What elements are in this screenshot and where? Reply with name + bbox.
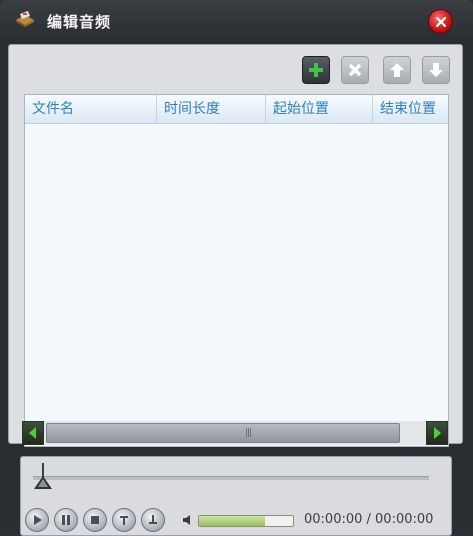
triangle-left-icon: [29, 427, 36, 439]
stop-icon: [91, 516, 99, 524]
x-icon: [348, 63, 362, 77]
audio-edit-icon: [16, 11, 34, 27]
seek-track[interactable]: [33, 476, 429, 480]
play-icon: [34, 515, 42, 525]
move-up-button[interactable]: [383, 56, 411, 84]
column-header-duration[interactable]: 时间长度: [157, 95, 266, 123]
edit-audio-window: 编辑音频 文件名 时间长度 起始位置 结束位置 ||| 00:00:00 / 0…: [0, 0, 473, 536]
column-header-start[interactable]: 起始位置: [266, 95, 373, 123]
arrow-down-icon: [429, 63, 443, 77]
move-down-button[interactable]: [422, 56, 450, 84]
mark-start-icon: [120, 516, 128, 525]
triangle-right-icon: [434, 427, 441, 439]
delete-file-button[interactable]: [341, 56, 369, 84]
scroll-thumb[interactable]: |||: [46, 423, 400, 443]
mark-end-button[interactable]: [141, 508, 165, 532]
scroll-left-button[interactable]: [22, 421, 44, 445]
plus-icon: [309, 63, 323, 77]
player-panel: 00:00:00 / 00:00:00: [20, 456, 452, 536]
mark-start-button[interactable]: [112, 508, 136, 532]
seek-handle[interactable]: [32, 463, 54, 491]
titlebar: 编辑音频: [0, 0, 473, 42]
scroll-right-button[interactable]: [426, 421, 448, 445]
window-title: 编辑音频: [47, 13, 112, 31]
close-button[interactable]: [428, 9, 453, 34]
time-display: 00:00:00 / 00:00:00: [304, 512, 434, 527]
play-button[interactable]: [25, 508, 49, 532]
volume-slider[interactable]: [198, 515, 294, 527]
pause-button[interactable]: [54, 508, 78, 532]
arrow-up-icon: [390, 63, 404, 77]
table-header: 文件名 时间长度 起始位置 结束位置: [25, 95, 448, 124]
mark-end-icon: [149, 515, 157, 524]
close-icon: [435, 16, 447, 28]
add-file-button[interactable]: [302, 56, 330, 84]
grip-icon: |||: [245, 428, 252, 438]
stop-button[interactable]: [83, 508, 107, 532]
volume-fill: [199, 516, 265, 526]
volume-icon[interactable]: [181, 513, 195, 527]
horizontal-scrollbar[interactable]: |||: [22, 421, 448, 445]
column-header-filename[interactable]: 文件名: [25, 95, 157, 123]
file-panel: 文件名 时间长度 起始位置 结束位置: [8, 44, 463, 447]
pause-icon: [62, 515, 70, 525]
column-header-end[interactable]: 结束位置: [373, 95, 448, 123]
file-table[interactable]: 文件名 时间长度 起始位置 结束位置: [24, 94, 449, 447]
